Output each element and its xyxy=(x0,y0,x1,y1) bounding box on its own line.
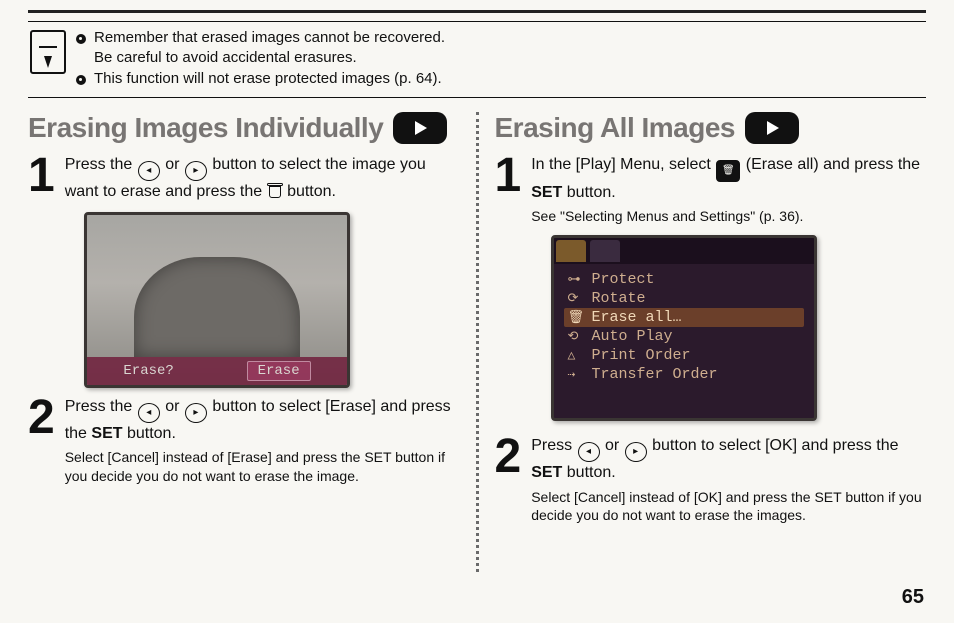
autoplay-icon: ⟲ xyxy=(568,329,584,344)
left-section-title: Erasing Images Individually xyxy=(28,112,460,144)
menu-item-rotate: ⟳ Rotate xyxy=(564,289,804,308)
left-step2-text: Press the ◂ or ▸ button to select [Erase… xyxy=(65,396,460,444)
right-arrow-button-icon: ▸ xyxy=(625,442,647,462)
menu-item-transfer-order: ⇢ Transfer Order xyxy=(564,365,804,384)
left-arrow-button-icon: ◂ xyxy=(138,403,160,423)
right-step-1: 1 In the [Play] Menu, select 🗑 (Erase al… xyxy=(495,154,927,226)
note-text: Remember that erased images cannot be re… xyxy=(76,28,445,89)
print-icon: △ xyxy=(568,348,584,363)
top-rule xyxy=(28,10,926,13)
menu-item-erase-all: 🗑 Erase all… xyxy=(564,308,804,327)
left-step-2: 2 Press the ◂ or ▸ button to select [Era… xyxy=(28,396,460,485)
note-line-1b: Be careful to avoid accidental erasures. xyxy=(94,49,357,66)
play-menu-screenshot: ⊶ Protect ⟳ Rotate 🗑 Erase all… ⟲ Auto P… xyxy=(551,235,817,421)
right-column: Erasing All Images 1 In the [Play] Menu,… xyxy=(483,112,927,572)
menu-tab-bar xyxy=(554,238,814,264)
menu-item-label: Protect xyxy=(592,271,655,288)
right-step1-sub: See "Selecting Menus and Settings" (p. 3… xyxy=(531,207,926,225)
menu-item-label: Print Order xyxy=(592,347,691,364)
right-step2-text: Press ◂ or ▸ button to select [OK] and p… xyxy=(531,435,926,483)
set-label: SET xyxy=(91,425,122,442)
bullet-icon xyxy=(76,34,86,44)
right-arrow-button-icon: ▸ xyxy=(185,161,207,181)
set-label: SET xyxy=(531,184,562,201)
note-line-1: Remember that erased images cannot be re… xyxy=(94,29,445,46)
right-arrow-button-icon: ▸ xyxy=(185,403,207,423)
menu-item-protect: ⊶ Protect xyxy=(564,270,804,289)
step-number: 1 xyxy=(495,154,522,197)
menu-tab xyxy=(590,240,620,262)
protect-icon: ⊶ xyxy=(568,272,584,287)
manual-page: Remember that erased images cannot be re… xyxy=(0,0,954,623)
right-step-2: 2 Press ◂ or ▸ button to select [OK] and… xyxy=(495,435,927,524)
set-label: SET xyxy=(531,464,562,481)
thumb-label-erase-q: Erase? xyxy=(123,363,173,379)
menu-item-label: Rotate xyxy=(592,290,646,307)
menu-item-print-order: △ Print Order xyxy=(564,346,804,365)
right-section-title: Erasing All Images xyxy=(495,112,927,144)
rotate-icon: ⟳ xyxy=(568,291,584,306)
left-title-text: Erasing Images Individually xyxy=(28,112,383,144)
menu-tab-active xyxy=(556,240,586,262)
right-title-text: Erasing All Images xyxy=(495,112,736,144)
playback-mode-icon xyxy=(393,112,447,144)
step-number: 2 xyxy=(28,396,55,439)
bullet-icon xyxy=(76,75,86,85)
thumb-label-erase: Erase xyxy=(247,361,311,381)
left-arrow-button-icon: ◂ xyxy=(578,442,600,462)
column-divider xyxy=(476,112,479,572)
erase-all-menu-icon: 🗑 xyxy=(716,160,740,182)
erase-prompt-screenshot: Erase? Erase xyxy=(84,212,350,388)
left-arrow-button-icon: ◂ xyxy=(138,161,160,181)
playback-mode-icon xyxy=(745,112,799,144)
page-number: 65 xyxy=(902,586,924,609)
menu-item-label: Erase all… xyxy=(592,309,682,326)
two-column-layout: Erasing Images Individually 1 Press the … xyxy=(28,112,926,572)
trash-button-icon xyxy=(267,183,283,199)
left-step2-sub: Select [Cancel] instead of [Erase] and p… xyxy=(65,448,460,484)
note-box: Remember that erased images cannot be re… xyxy=(28,21,926,98)
step-number: 2 xyxy=(495,435,522,478)
trash-icon: 🗑 xyxy=(568,310,584,325)
left-step-1: 1 Press the ◂ or ▸ button to select the … xyxy=(28,154,460,202)
note-line-2: This function will not erase protected i… xyxy=(94,69,442,89)
transfer-icon: ⇢ xyxy=(568,367,584,382)
note-pencil-icon xyxy=(30,30,66,74)
menu-item-auto-play: ⟲ Auto Play xyxy=(564,327,804,346)
menu-item-label: Auto Play xyxy=(592,328,673,345)
menu-items: ⊶ Protect ⟳ Rotate 🗑 Erase all… ⟲ Auto P… xyxy=(554,264,814,390)
right-step1-text: In the [Play] Menu, select 🗑 (Erase all)… xyxy=(531,154,926,203)
step-number: 1 xyxy=(28,154,55,197)
left-column: Erasing Images Individually 1 Press the … xyxy=(28,112,472,572)
right-step2-sub: Select [Cancel] instead of [OK] and pres… xyxy=(531,488,926,524)
menu-item-label: Transfer Order xyxy=(592,366,718,383)
left-step1-text: Press the ◂ or ▸ button to select the im… xyxy=(65,154,460,202)
